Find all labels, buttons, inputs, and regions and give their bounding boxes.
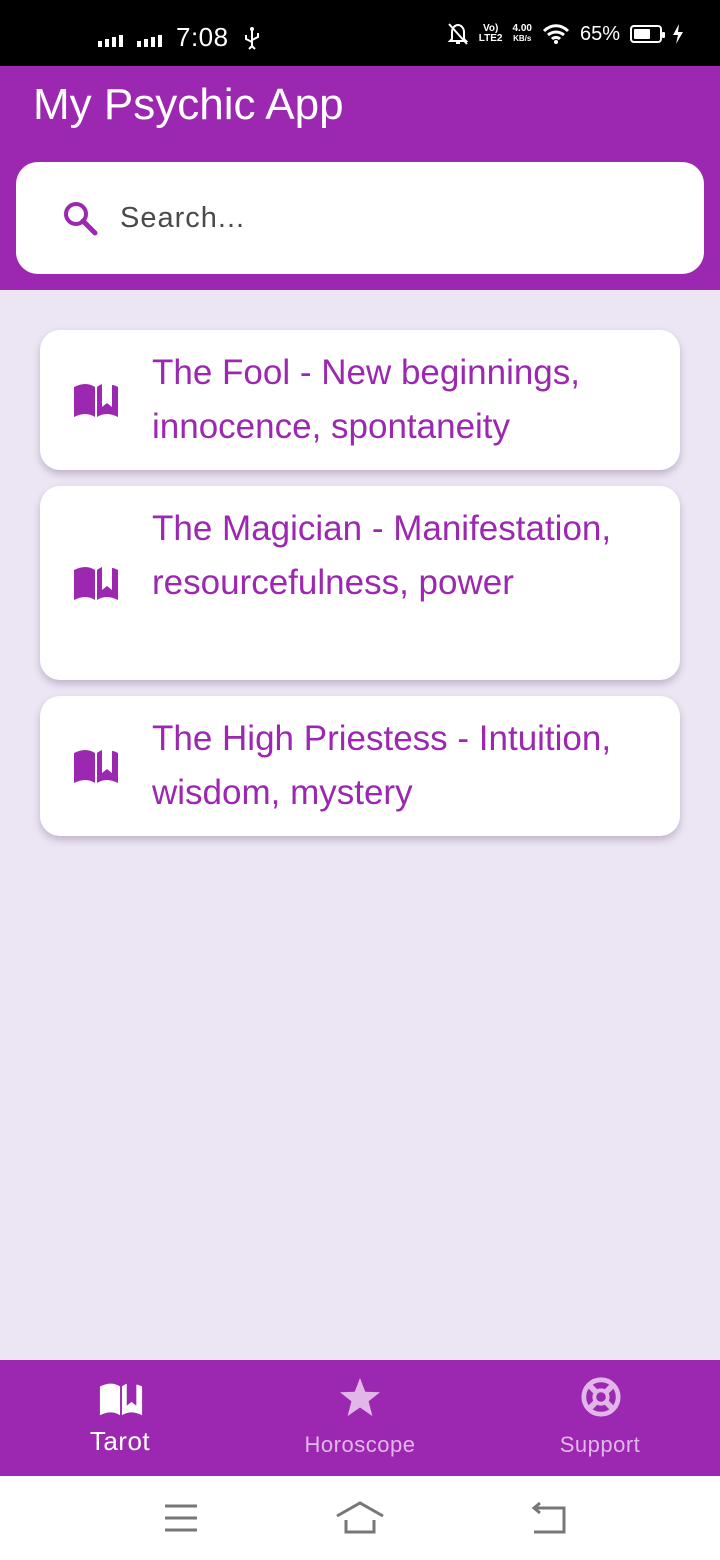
lifebuoy-icon: [581, 1377, 621, 1417]
nav-tab-support[interactable]: Support: [480, 1360, 720, 1476]
system-navigation-bar: [0, 1476, 720, 1560]
book-icon: [74, 567, 118, 600]
app-title: My Psychic App: [33, 80, 344, 129]
search-icon: [64, 202, 98, 236]
book-icon: [99, 1383, 143, 1416]
nav-tab-horoscope[interactable]: Horoscope: [240, 1360, 480, 1476]
network-speed: 4.00 KB/s: [512, 23, 532, 44]
battery-percent: 65%: [579, 22, 620, 45]
card-text: The Magician - Manifestation, resourcefu…: [152, 509, 612, 602]
wifi-icon: [542, 24, 570, 44]
volte-indicator: Vo) LTE2: [478, 23, 503, 44]
nav-label-tarot: Tarot: [89, 1426, 151, 1456]
battery-icon: [630, 25, 665, 43]
bell-off-icon: [447, 23, 469, 45]
tarot-card-the-fool[interactable]: The Fool - New beginnings, innocence, sp…: [40, 330, 680, 470]
status-bar-right: Vo) LTE2 4.00 KB/s 65%: [447, 22, 684, 46]
card-text: The High Priestess - Intuition, wisdom, …: [152, 719, 612, 812]
tarot-card-the-magician[interactable]: The Magician - Manifestation, resourcefu…: [40, 486, 680, 680]
app-bar: My Psychic App: [0, 66, 720, 290]
back-icon[interactable]: [522, 1500, 574, 1536]
status-time: 7:08: [176, 22, 229, 52]
usb-icon: [244, 26, 259, 50]
search-bar[interactable]: [16, 162, 704, 274]
signal-icon-sim1: [98, 29, 123, 47]
bottom-navigation: Tarot Horoscope Support: [0, 1360, 720, 1476]
nav-label-support: Support: [559, 1432, 641, 1457]
nav-label-horoscope: Horoscope: [304, 1432, 416, 1457]
battery-fill: [634, 29, 650, 39]
card-text: The Fool - New beginnings, innocence, sp…: [152, 353, 580, 446]
status-bar-left: 7:08: [98, 22, 261, 53]
star-icon: [339, 1377, 381, 1417]
tarot-card-the-high-priestess[interactable]: The High Priestess - Intuition, wisdom, …: [40, 696, 680, 836]
charging-icon: [673, 24, 683, 44]
book-icon: [74, 750, 118, 783]
book-icon: [74, 384, 118, 417]
home-icon[interactable]: [334, 1500, 386, 1536]
nav-tab-tarot[interactable]: Tarot: [0, 1360, 240, 1476]
status-bar: 7:08 Vo) LTE2 4.00 KB/s 65%: [0, 0, 720, 66]
menu-icon[interactable]: [155, 1500, 207, 1536]
signal-icon-sim2: [137, 29, 162, 47]
search-input[interactable]: [120, 192, 660, 244]
